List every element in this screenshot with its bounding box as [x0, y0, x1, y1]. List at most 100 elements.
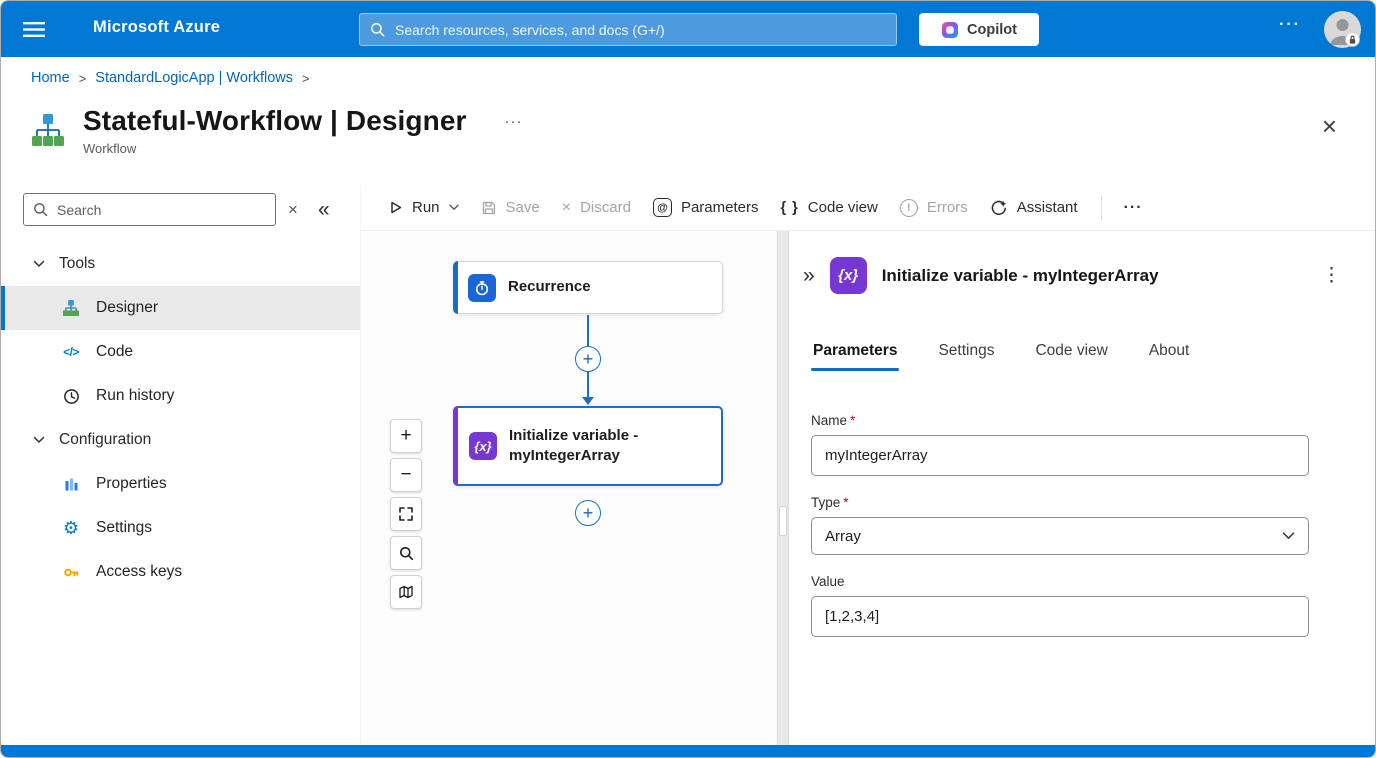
save-icon — [481, 200, 497, 216]
sidebar-item-label: Run history — [96, 387, 174, 405]
discard-label: Discard — [580, 199, 631, 216]
node-accent — [453, 406, 458, 486]
sidebar-collapse-button[interactable]: « — [318, 199, 330, 220]
sidebar: × « Tools — [1, 185, 361, 745]
parameters-form: Name * Type * Array — [811, 413, 1309, 637]
sidebar-item-label: Access keys — [96, 563, 182, 581]
node-label: Initialize variable - myIntegerArray — [509, 426, 709, 467]
add-step-button[interactable]: + — [575, 500, 601, 526]
panel-menu-button[interactable]: ⋮ — [1314, 264, 1349, 287]
toolbar-divider — [1101, 196, 1102, 220]
sidebar-item-label: Settings — [96, 519, 152, 537]
sidebar-item-designer[interactable]: Designer — [1, 286, 360, 330]
copilot-label: Copilot — [967, 22, 1017, 38]
page-header: Stateful-Workflow | Designer ··· Workflo… — [1, 99, 1375, 185]
fit-to-window-button[interactable] — [390, 497, 422, 531]
discard-x-icon: × — [562, 200, 571, 216]
workflow-icon — [29, 111, 67, 149]
assistant-sparkle-icon — [990, 199, 1008, 217]
node-initialize-variable[interactable]: {x} Initialize variable - myIntegerArray — [453, 406, 723, 486]
sidebar-search-clear-button[interactable]: × — [288, 201, 298, 218]
global-search[interactable] — [359, 13, 897, 46]
save-label: Save — [506, 199, 540, 216]
assistant-button[interactable]: Assistant — [979, 192, 1089, 224]
properties-bars-icon — [61, 477, 81, 492]
close-button[interactable]: × — [1322, 113, 1337, 139]
tab-about[interactable]: About — [1147, 342, 1192, 371]
sidebar-section-configuration[interactable]: Configuration — [1, 418, 360, 462]
search-icon — [399, 546, 414, 561]
parameters-label: Parameters — [681, 199, 759, 216]
avatar[interactable] — [1324, 11, 1361, 48]
value-field-label: Value — [811, 574, 845, 589]
tab-settings[interactable]: Settings — [936, 342, 996, 371]
recurrence-clock-icon — [468, 274, 496, 302]
tab-parameters[interactable]: Parameters — [811, 342, 899, 371]
type-select-value: Array — [825, 528, 861, 545]
designer-canvas[interactable]: Recurrence + {x} Initialize variable - m… — [361, 231, 777, 745]
code-view-braces-icon: { } — [780, 200, 798, 216]
breadcrumb-separator: > — [79, 71, 87, 86]
azure-portal-window: Microsoft Azure Copilot ··· Home — [0, 0, 1376, 758]
hamburger-menu-button[interactable] — [19, 15, 49, 43]
sidebar-item-code[interactable]: </> Code — [1, 330, 360, 374]
breadcrumb-app-link[interactable]: StandardLogicApp | Workflows — [95, 70, 293, 86]
section-label: Configuration — [59, 431, 151, 449]
code-view-button[interactable]: { } Code view — [769, 192, 888, 223]
zoom-in-button[interactable]: + — [390, 419, 422, 453]
copilot-button[interactable]: Copilot — [919, 13, 1039, 46]
azure-brand[interactable]: Microsoft Azure — [93, 18, 220, 37]
breadcrumb: Home > StandardLogicApp | Workflows > — [1, 57, 1375, 99]
panel-resize-handle[interactable] — [779, 506, 787, 536]
sidebar-section-tools[interactable]: Tools — [1, 242, 360, 286]
sidebar-search[interactable] — [23, 193, 276, 226]
sidebar-item-properties[interactable]: Properties — [1, 462, 360, 506]
sidebar-item-settings[interactable]: ⚙ Settings — [1, 506, 360, 550]
tab-code-view[interactable]: Code view — [1033, 342, 1109, 371]
sidebar-item-run-history[interactable]: Run history — [1, 374, 360, 418]
header-more-button[interactable]: ··· — [1279, 16, 1301, 34]
run-button[interactable]: Run — [377, 192, 470, 223]
zoom-out-button[interactable]: − — [390, 458, 422, 492]
node-recurrence[interactable]: Recurrence — [453, 261, 723, 314]
bottom-bar — [1, 745, 1375, 757]
chevron-down-icon — [1282, 532, 1295, 540]
canvas-zoom-toolbar: + − — [390, 419, 422, 609]
search-icon — [370, 22, 385, 37]
global-search-input[interactable] — [393, 21, 886, 39]
sidebar-search-input[interactable] — [55, 201, 266, 219]
panel-divider — [777, 231, 789, 745]
canvas-search-button[interactable] — [390, 536, 422, 570]
breadcrumb-home-link[interactable]: Home — [31, 70, 70, 86]
sidebar-item-label: Designer — [96, 299, 158, 317]
toolbar-more-button[interactable]: ··· — [1114, 193, 1153, 223]
panel-expand-button[interactable]: » — [803, 265, 815, 286]
required-asterisk: * — [843, 495, 848, 510]
avatar-person-lock-icon — [1324, 11, 1361, 48]
type-select[interactable]: Array — [811, 517, 1309, 555]
code-icon: </> — [61, 345, 81, 359]
sidebar-item-access-keys[interactable]: Access keys — [1, 550, 360, 594]
type-field-label: Type — [811, 495, 840, 510]
designer-main: Run Save × Discard @ Parameters { } — [361, 185, 1375, 745]
command-bar: Run Save × Discard @ Parameters { } — [361, 185, 1375, 231]
page-subtitle: Workflow — [83, 141, 523, 156]
minimap-button[interactable] — [390, 575, 422, 609]
designer-workflow-icon — [61, 299, 81, 317]
details-panel: » {x} Initialize variable - myIntegerArr… — [789, 231, 1375, 745]
insert-step-button[interactable]: + — [575, 346, 601, 372]
section-label: Tools — [59, 255, 95, 273]
code-view-label: Code view — [808, 199, 878, 216]
node-accent — [453, 261, 458, 314]
fit-icon — [398, 506, 414, 522]
save-button[interactable]: Save — [470, 192, 551, 223]
parameters-button[interactable]: @ Parameters — [642, 191, 770, 224]
discard-button[interactable]: × Discard — [551, 192, 642, 223]
errors-button[interactable]: ! Errors — [889, 192, 979, 224]
name-field[interactable] — [811, 435, 1309, 476]
clock-icon — [61, 388, 81, 405]
title-more-button[interactable]: ··· — [505, 113, 523, 130]
assistant-label: Assistant — [1017, 199, 1078, 216]
workspace: × « Tools — [1, 185, 1375, 745]
value-field[interactable] — [811, 596, 1309, 637]
